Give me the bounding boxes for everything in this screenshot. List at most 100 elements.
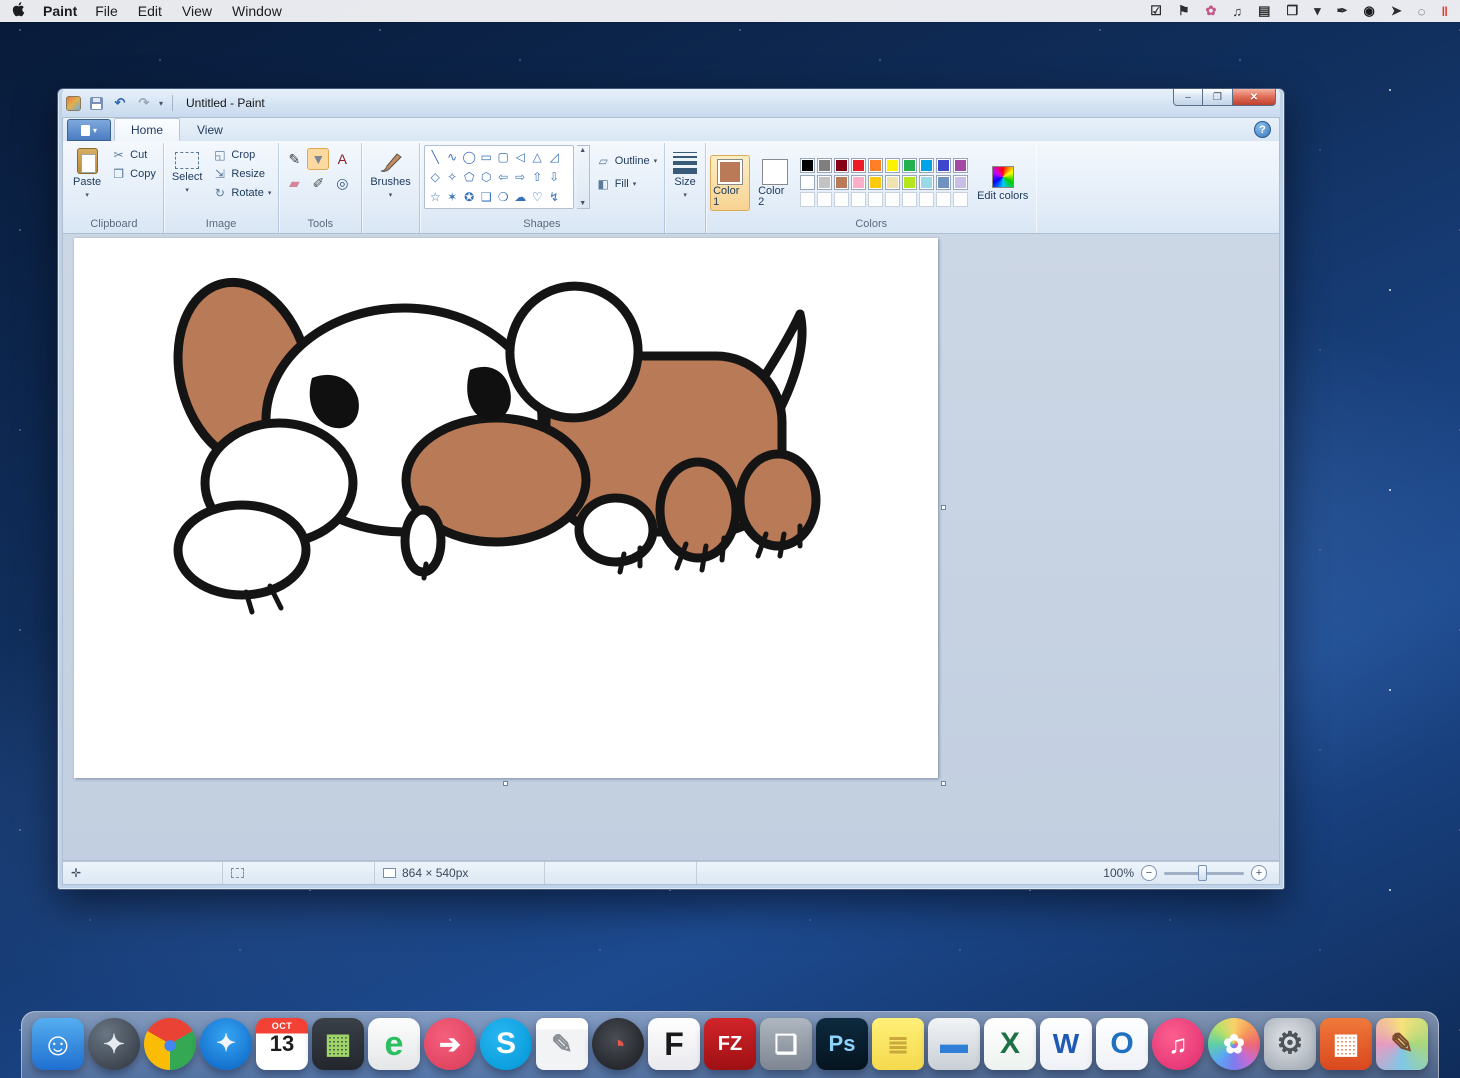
- close-button[interactable]: ✕: [1232, 89, 1276, 106]
- size-button[interactable]: Size ▾: [669, 145, 701, 203]
- clipboard-menu-icon[interactable]: ❐: [1286, 3, 1298, 19]
- magnifier-tool[interactable]: ◎: [331, 172, 353, 194]
- titlebar[interactable]: ↶ ↷ ▾ Untitled - Paint – ❐ ✕: [62, 89, 1280, 117]
- four-point-star-shape[interactable]: ✧: [444, 167, 461, 187]
- rounded-rectangle-shape[interactable]: ▢: [495, 147, 512, 167]
- shapes-gallery-scrollbar[interactable]: ▲ ▼: [577, 145, 590, 209]
- help-button[interactable]: ?: [1254, 121, 1271, 138]
- color-picker-tool[interactable]: ✐: [307, 172, 329, 194]
- zoom-out-button[interactable]: −: [1141, 865, 1157, 881]
- star-badge-shape[interactable]: ✪: [461, 187, 478, 207]
- palette-swatch-empty[interactable]: [851, 192, 866, 207]
- right-triangle-shape[interactable]: ◿: [546, 147, 563, 167]
- palette-swatch[interactable]: [953, 175, 968, 190]
- rectangle-shape[interactable]: ▭: [478, 147, 495, 167]
- evernote-dock-icon[interactable]: e: [368, 1018, 420, 1070]
- zoom-in-button[interactable]: +: [1251, 865, 1267, 881]
- tab-home[interactable]: Home: [114, 118, 180, 141]
- qat-dropdown-button[interactable]: ▾: [159, 99, 163, 108]
- menu-file[interactable]: File: [95, 3, 118, 19]
- image-capture-dock-icon[interactable]: ❏: [760, 1018, 812, 1070]
- palette-swatch-empty[interactable]: [902, 192, 917, 207]
- gauge-app-dock-icon[interactable]: ◔: [592, 1018, 644, 1070]
- maximize-button[interactable]: ❐: [1203, 89, 1232, 106]
- palette-swatch[interactable]: [885, 158, 900, 173]
- display-menu-icon[interactable]: ▤: [1258, 3, 1270, 19]
- calculator-dock-icon[interactable]: ▦: [312, 1018, 364, 1070]
- palette-swatch[interactable]: [868, 158, 883, 173]
- crop-button[interactable]: ◱ Crop: [209, 145, 274, 164]
- calendar-dock-icon[interactable]: OCT 13: [256, 1018, 308, 1070]
- hexagon-shape[interactable]: ⬡: [478, 167, 495, 187]
- palette-swatch[interactable]: [868, 175, 883, 190]
- launchpad-dock-icon[interactable]: ✦: [88, 1018, 140, 1070]
- flag-menu-icon[interactable]: ⚑: [1178, 3, 1190, 19]
- scroll-up-icon[interactable]: ▲: [579, 147, 586, 154]
- menubar-app-name[interactable]: Paint: [43, 3, 77, 19]
- left-arrow-shape[interactable]: ⇦: [495, 167, 512, 187]
- palette-swatch[interactable]: [885, 175, 900, 190]
- select-button[interactable]: Select ▾: [168, 145, 207, 198]
- save-button[interactable]: [87, 94, 105, 112]
- cloud-callout-shape[interactable]: ☁: [512, 187, 529, 207]
- word-dock-icon[interactable]: W: [1040, 1018, 1092, 1070]
- cut-button[interactable]: ✂ Cut: [108, 145, 159, 164]
- dropdown-menu-icon[interactable]: ▾: [1314, 3, 1321, 19]
- undo-button[interactable]: ↶: [111, 94, 129, 112]
- apple-menu-icon[interactable]: [12, 2, 25, 20]
- pentagon-shape[interactable]: ⬠: [461, 167, 478, 187]
- six-point-star-shape[interactable]: ✶: [444, 187, 461, 207]
- canvas-resize-handle-corner[interactable]: [941, 781, 946, 786]
- palette-swatch[interactable]: [953, 158, 968, 173]
- notifications-menu-icon[interactable]: ◌: [1418, 4, 1426, 19]
- palette-swatch[interactable]: [834, 175, 849, 190]
- red-arrow-app-dock-icon[interactable]: ➔: [424, 1018, 476, 1070]
- ms-office-dock-icon[interactable]: ▦: [1320, 1018, 1372, 1070]
- remote-desktop-dock-icon[interactable]: ▬: [928, 1018, 980, 1070]
- triangle-shape[interactable]: △: [529, 147, 546, 167]
- parallels-menu-icon[interactable]: ‖: [1442, 4, 1448, 19]
- canvas-resize-handle-bottom[interactable]: [503, 781, 508, 786]
- brushes-button[interactable]: Brushes ▾: [366, 145, 414, 203]
- palette-swatch-empty[interactable]: [800, 192, 815, 207]
- text-tool[interactable]: A: [331, 148, 353, 170]
- paste-button[interactable]: Paste ▾: [69, 145, 105, 203]
- copy-button[interactable]: ❐ Copy: [108, 164, 159, 183]
- evernote-menu-icon[interactable]: ◉: [1364, 3, 1375, 19]
- itunes-dock-icon[interactable]: ♫: [1152, 1018, 1204, 1070]
- oval-shape[interactable]: ◯: [461, 147, 478, 167]
- photos-dock-icon[interactable]: ✿: [1208, 1018, 1260, 1070]
- edit-colors-button[interactable]: Edit colors: [973, 163, 1032, 203]
- oval-callout-shape[interactable]: ❍: [495, 187, 512, 207]
- scroll-down-icon[interactable]: ▼: [579, 200, 586, 207]
- heart-shape[interactable]: ♡: [529, 187, 546, 207]
- volume-menu-icon[interactable]: ♫: [1232, 4, 1242, 19]
- palette-swatch-empty[interactable]: [885, 192, 900, 207]
- curve-shape[interactable]: ∿: [444, 147, 461, 167]
- pencil-tool[interactable]: ✎: [283, 148, 305, 170]
- palette-swatch-empty[interactable]: [834, 192, 849, 207]
- chrome-dock-icon[interactable]: ●: [144, 1018, 196, 1070]
- excel-dock-icon[interactable]: X: [984, 1018, 1036, 1070]
- rotate-button[interactable]: ↻ Rotate ▾: [209, 183, 274, 202]
- palette-swatch[interactable]: [936, 158, 951, 173]
- fill-tool[interactable]: ▼: [307, 148, 329, 170]
- zoom-slider-handle[interactable]: [1198, 865, 1207, 881]
- polygon-shape[interactable]: ◁: [512, 147, 529, 167]
- palette-swatch-empty[interactable]: [919, 192, 934, 207]
- palette-swatch[interactable]: [834, 158, 849, 173]
- safari-dock-icon[interactable]: ✦: [200, 1018, 252, 1070]
- canvas-resize-handle-right[interactable]: [941, 505, 946, 510]
- skype-dock-icon[interactable]: S: [480, 1018, 532, 1070]
- color1-button[interactable]: Color 1: [710, 155, 750, 211]
- palette-swatch-empty[interactable]: [868, 192, 883, 207]
- palette-swatch[interactable]: [902, 158, 917, 173]
- palette-swatch[interactable]: [936, 175, 951, 190]
- palette-swatch[interactable]: [817, 158, 832, 173]
- stickies-dock-icon[interactable]: ≣: [872, 1018, 924, 1070]
- paint-canvas[interactable]: [74, 238, 938, 778]
- right-arrow-shape[interactable]: ⇨: [512, 167, 529, 187]
- lightning-shape[interactable]: ↯: [546, 187, 563, 207]
- down-arrow-shape[interactable]: ⇩: [546, 167, 563, 187]
- palette-swatch[interactable]: [919, 175, 934, 190]
